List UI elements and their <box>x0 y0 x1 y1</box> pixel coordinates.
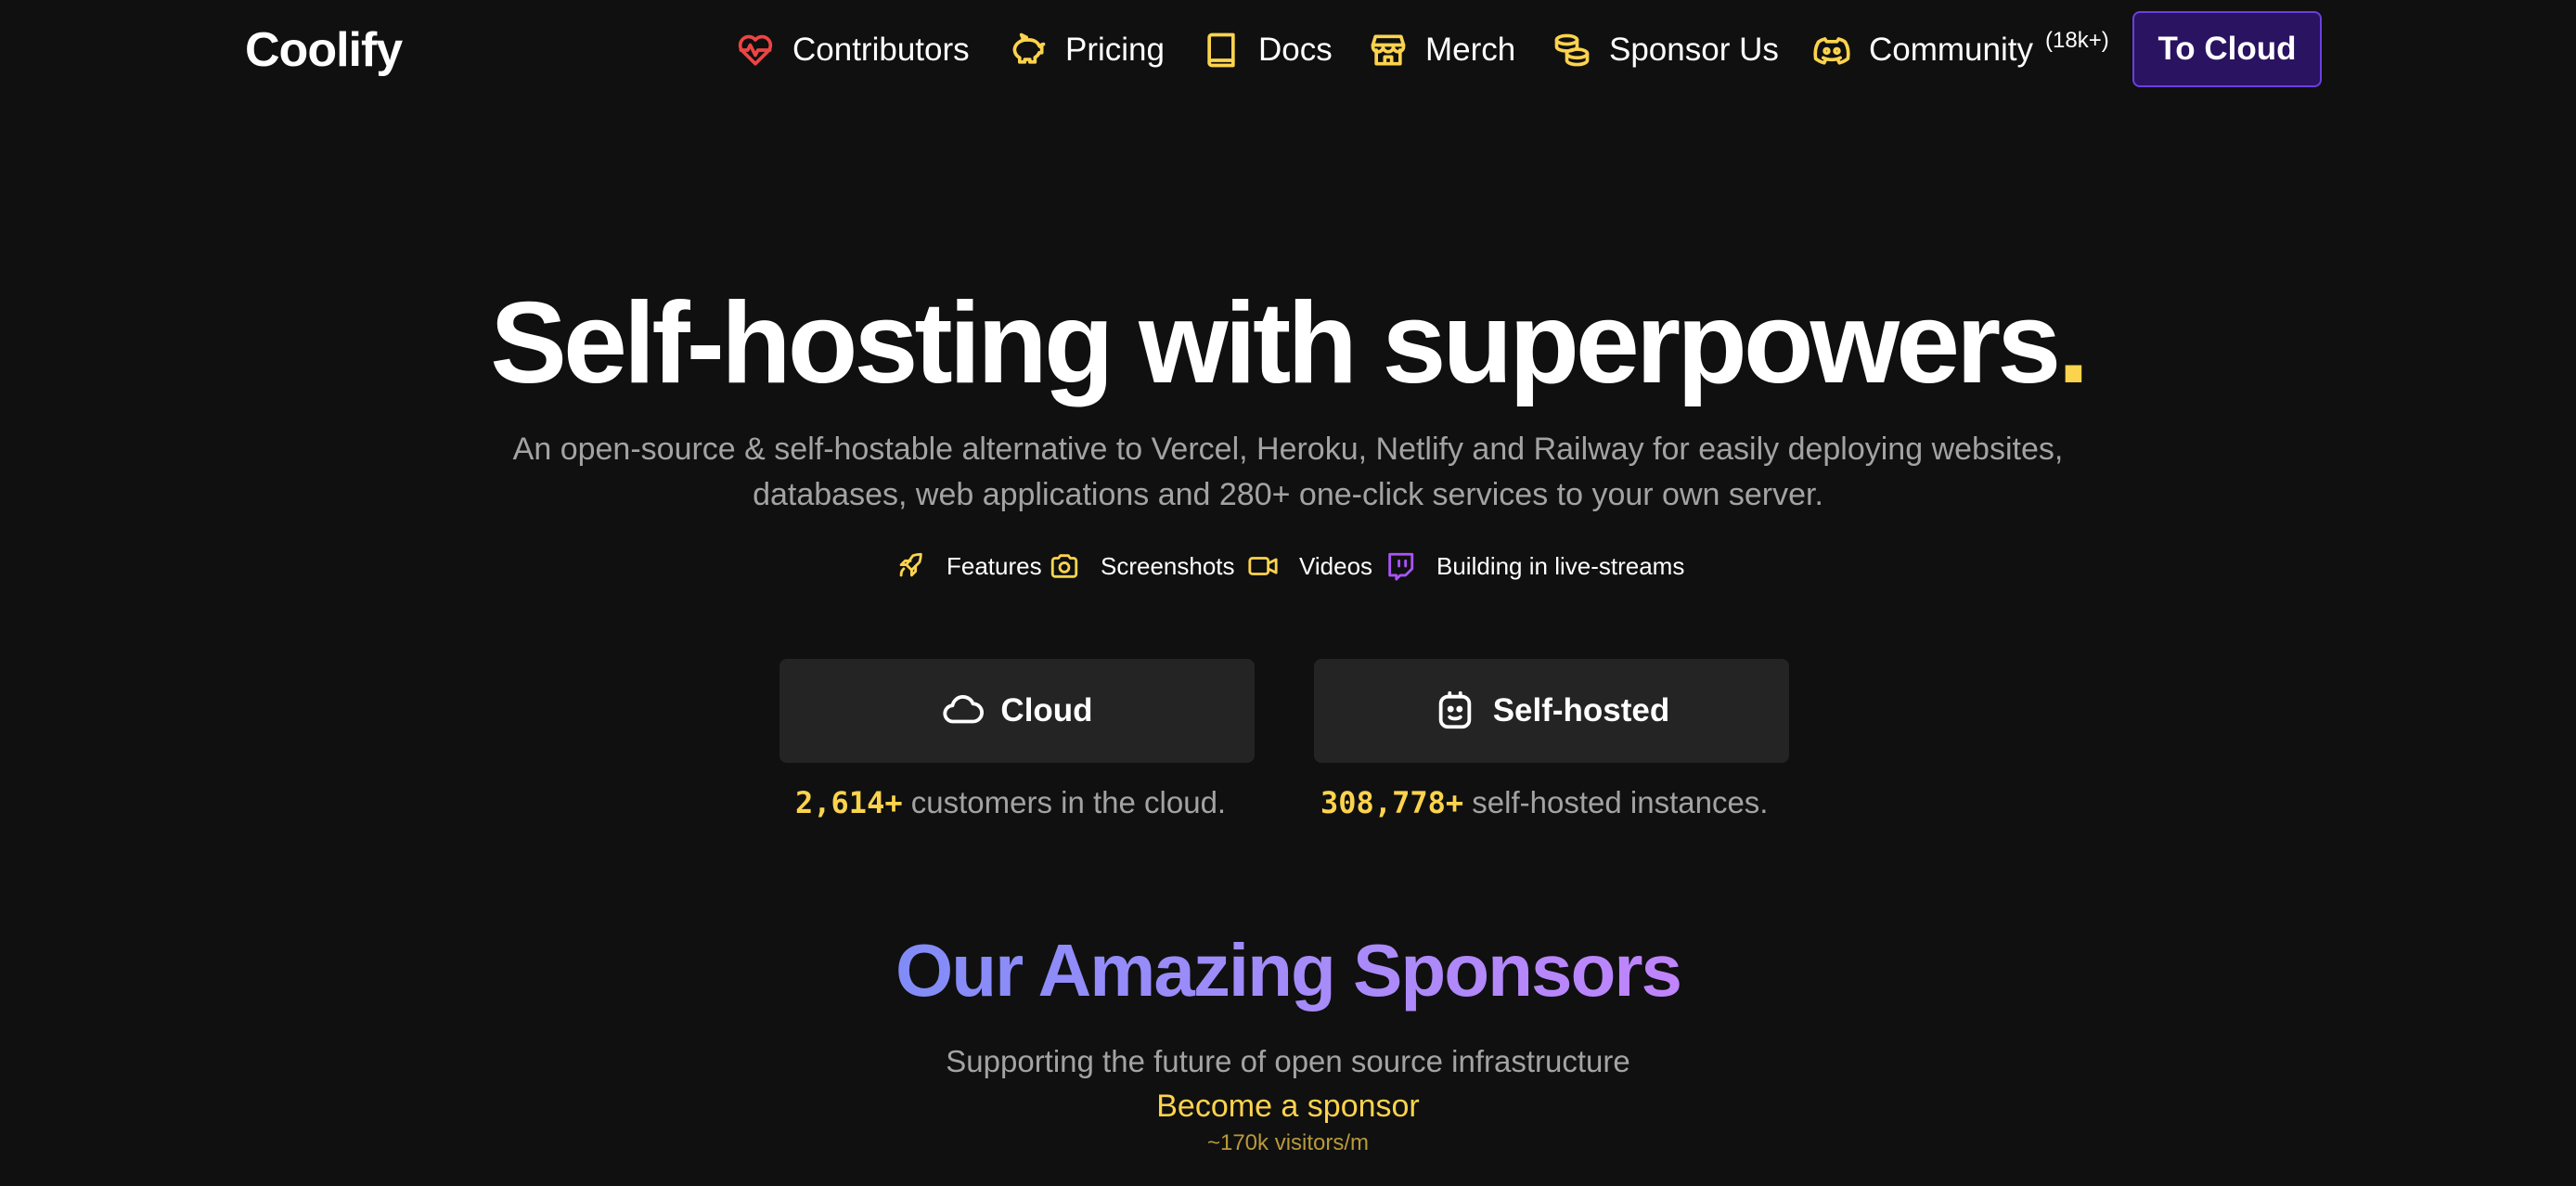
self-hosted-stat-text: self-hosted instances. <box>1472 785 1769 819</box>
hero-title-text: Self-hosting with superpowers <box>490 279 2061 407</box>
rocket-icon <box>899 552 922 577</box>
store-icon <box>1371 34 1406 66</box>
nav-sponsor-us[interactable]: Sponsor Us <box>1552 11 1779 89</box>
hero-title-dot: . <box>2057 279 2090 407</box>
link-features[interactable]: Features <box>895 546 1042 587</box>
self-hosted-count: 308,778+ <box>1320 785 1464 820</box>
robot-face-icon <box>1438 690 1471 729</box>
camera-icon <box>1050 554 1078 578</box>
heart-pulse-icon <box>738 34 773 66</box>
cloud-stat-text: customers in the cloud. <box>910 785 1227 819</box>
nav-label: Docs <box>1258 32 1333 68</box>
piggy-bank-icon <box>1012 32 1046 64</box>
nav-merch[interactable]: Merch <box>1368 11 1515 89</box>
coins-icon <box>1554 33 1590 67</box>
twitch-icon <box>1388 552 1414 581</box>
link-videos[interactable]: Videos <box>1247 546 1372 587</box>
nav-label: Sponsor Us <box>1609 32 1779 68</box>
cloud-stat: 2,614+ customers in the cloud. <box>795 781 1226 824</box>
to-cloud-button[interactable]: To Cloud <box>2132 11 2322 87</box>
community-count-badge: (18k+) <box>2045 28 2109 53</box>
discord-icon <box>1813 37 1850 65</box>
cloud-option-label: Cloud <box>1000 692 1093 728</box>
hero-subtitle-line: An open-source & self-hostable alternati… <box>512 432 2064 467</box>
hero-links: Features Screenshots Videos Building in … <box>0 546 2576 587</box>
sponsors-title-text: Our Amazing Sponsors <box>895 929 1682 1012</box>
sponsors-subtitle: Supporting the future of open source inf… <box>946 1044 1630 1078</box>
self-hosted-option-label: Self-hosted <box>1492 692 1670 728</box>
cloud-option-button[interactable]: Cloud <box>779 659 1255 763</box>
nav-label: Pricing <box>1065 32 1165 68</box>
become-sponsor-link[interactable]: Become a sponsor <box>1156 1089 1420 1124</box>
book-icon <box>1207 32 1235 68</box>
video-icon <box>1248 557 1278 575</box>
link-live-streams[interactable]: Building in live-streams <box>1385 546 1684 587</box>
self-hosted-option-button[interactable]: Self-hosted <box>1314 659 1789 763</box>
nav-community[interactable]: Community <box>1811 11 2033 89</box>
sponsors-title: Our Amazing Sponsors <box>0 926 2576 1015</box>
nav-label: Merch <box>1425 32 1516 68</box>
nav-contributors[interactable]: Contributors <box>735 11 970 89</box>
link-label: Screenshots <box>1101 551 1235 580</box>
cloud-count: 2,614+ <box>795 785 903 820</box>
hero-title: Self-hosting with superpowers. <box>0 277 2576 410</box>
logo[interactable]: Coolify <box>245 20 403 80</box>
nav-pricing[interactable]: Pricing <box>1008 11 1165 89</box>
link-label: Videos <box>1299 551 1373 580</box>
nav-label: Contributors <box>792 32 970 68</box>
nav-label: Community <box>1869 32 2033 68</box>
hero-subtitle-line: databases, web applications and 280+ one… <box>753 477 1823 512</box>
link-label: Building in live-streams <box>1436 551 1685 580</box>
sponsors-link-row: Become a sponsor <box>0 1086 2576 1127</box>
self-hosted-stat: 308,778+ self-hosted instances. <box>1320 781 1768 824</box>
hero-subtitle: An open-source & self-hostable alternati… <box>464 427 2112 518</box>
visitors-note: ~170k visitors/m <box>1206 1130 1370 1155</box>
nav-docs[interactable]: Docs <box>1201 11 1333 89</box>
link-screenshots[interactable]: Screenshots <box>1049 546 1235 587</box>
cloud-icon <box>943 695 985 724</box>
link-label: Features <box>947 551 1042 580</box>
